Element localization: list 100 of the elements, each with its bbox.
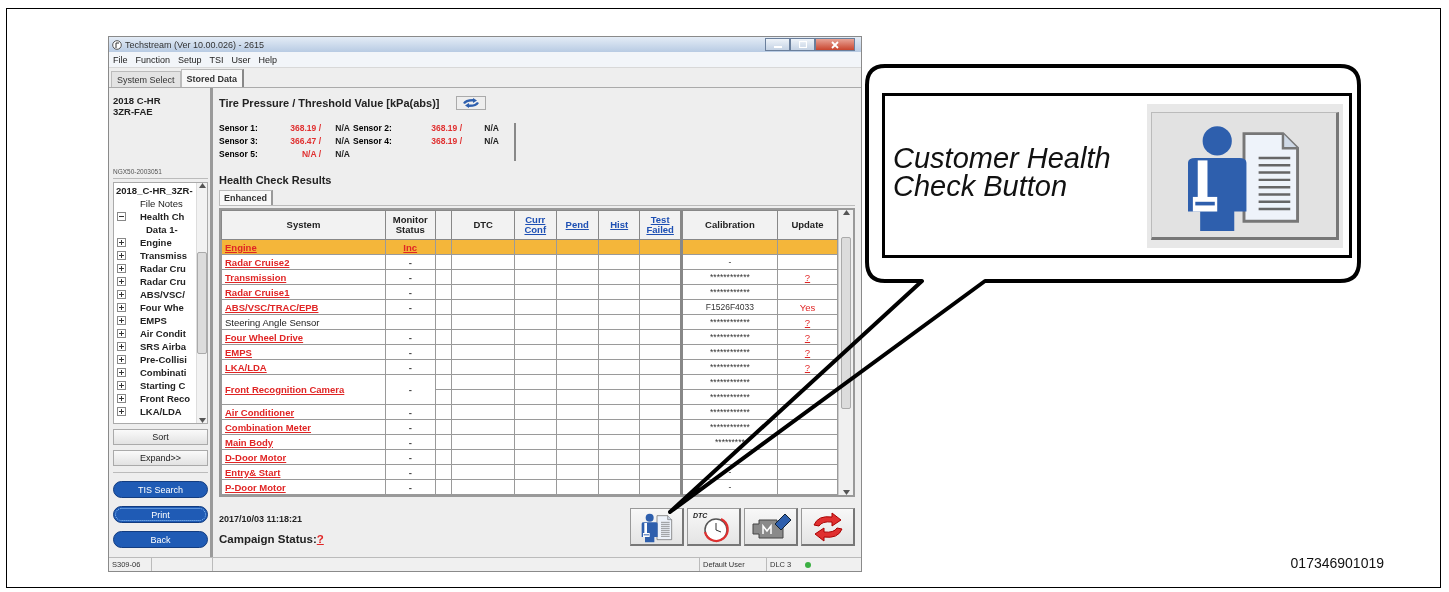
close-icon bbox=[831, 40, 839, 49]
expand-icon[interactable] bbox=[116, 342, 127, 351]
table-cell: - bbox=[385, 254, 436, 270]
table-cell[interactable]: ? bbox=[777, 314, 838, 330]
table-cell: - bbox=[681, 464, 778, 480]
system-cell[interactable]: Four Wheel Drive bbox=[221, 329, 386, 345]
minimize-button[interactable] bbox=[765, 38, 790, 51]
expand-icon[interactable] bbox=[116, 277, 127, 286]
tree-item[interactable]: Combinati bbox=[140, 367, 187, 378]
expand-icon[interactable] bbox=[116, 407, 127, 416]
tree-item[interactable]: Transmiss bbox=[140, 250, 187, 261]
system-cell[interactable]: ABS/VSC/TRAC/EPB bbox=[221, 299, 386, 315]
table-cell: - bbox=[385, 359, 436, 375]
sensor-value: 368.19 / bbox=[430, 123, 463, 135]
toolbar-button[interactable] bbox=[630, 508, 684, 546]
menu-item[interactable]: Function bbox=[135, 54, 171, 65]
scroll-down-icon[interactable] bbox=[198, 418, 206, 423]
table-cell[interactable]: ? bbox=[777, 329, 838, 345]
column-header[interactable]: Test Failed bbox=[639, 210, 682, 240]
table-cell: - bbox=[385, 449, 436, 465]
tree-item[interactable]: SRS Airba bbox=[140, 341, 187, 352]
pill-button[interactable]: TIS Search bbox=[113, 481, 208, 498]
scroll-up-icon[interactable] bbox=[842, 210, 850, 215]
tree-item[interactable]: Radar Cru bbox=[140, 276, 186, 287]
column-header: Monitor Status bbox=[385, 210, 436, 240]
menu-item[interactable]: User bbox=[231, 54, 251, 65]
tree-item[interactable]: Engine bbox=[140, 237, 172, 248]
tree-item[interactable]: EMPS bbox=[140, 315, 167, 326]
column-header[interactable]: Hist bbox=[598, 210, 640, 240]
system-cell[interactable]: Entry& Start bbox=[221, 464, 386, 480]
tab[interactable]: System Select bbox=[111, 71, 181, 87]
tree-item[interactable]: Starting C bbox=[140, 380, 186, 391]
system-cell[interactable]: D-Door Motor bbox=[221, 449, 386, 465]
scrollbar-thumb[interactable] bbox=[841, 236, 852, 409]
campaign-status-link[interactable]: ? bbox=[316, 532, 324, 545]
system-cell[interactable]: Air Conditioner bbox=[221, 404, 386, 420]
column-header: Calibration bbox=[681, 210, 778, 240]
system-cell[interactable]: EMPS bbox=[221, 344, 386, 360]
pill-button[interactable]: Print bbox=[113, 506, 208, 523]
expand-icon[interactable] bbox=[116, 316, 127, 325]
tree-item[interactable]: LKA/LDA bbox=[140, 406, 182, 417]
refresh-button[interactable] bbox=[455, 95, 486, 110]
toolbar-button[interactable] bbox=[744, 508, 798, 546]
scrollbar-thumb[interactable] bbox=[197, 252, 207, 354]
menu-item[interactable]: File bbox=[113, 54, 128, 65]
table-cell: - bbox=[385, 479, 436, 495]
expand-icon[interactable] bbox=[116, 329, 127, 338]
maximize-button[interactable] bbox=[790, 38, 815, 51]
menu-item[interactable]: Help bbox=[258, 54, 278, 65]
menu-item[interactable]: TSI bbox=[209, 54, 224, 65]
collapse-icon[interactable] bbox=[116, 212, 127, 221]
button[interactable]: Expand>> bbox=[113, 450, 208, 466]
sensor-label: Sensor 5: bbox=[219, 149, 259, 161]
system-cell[interactable]: Transmission bbox=[221, 269, 386, 285]
system-cell[interactable]: Front Recognition Camera bbox=[221, 374, 386, 405]
tree-item[interactable]: Front Reco bbox=[140, 393, 191, 404]
tree-item[interactable]: ABS/VSC/ bbox=[140, 289, 185, 300]
menu-item[interactable]: Setup bbox=[178, 54, 202, 65]
figure-number: 017346901019 bbox=[1290, 555, 1384, 571]
system-cell[interactable]: Combination Meter bbox=[221, 419, 386, 435]
table-cell[interactable]: ? bbox=[777, 344, 838, 360]
system-cell[interactable]: Radar Cruise1 bbox=[221, 284, 386, 300]
table-cell: - bbox=[385, 404, 436, 420]
table-cell[interactable]: ? bbox=[777, 269, 838, 285]
system-cell[interactable]: P-Door Motor bbox=[221, 479, 386, 495]
expand-icon[interactable] bbox=[116, 303, 127, 312]
section-title: Tire Pressure / Threshold Value [kPa(abs)] bbox=[219, 96, 440, 109]
tree-item[interactable]: Air Condit bbox=[140, 328, 186, 339]
expand-icon[interactable] bbox=[116, 381, 127, 390]
table-cell: ************ bbox=[681, 284, 778, 300]
scroll-down-icon[interactable] bbox=[842, 490, 850, 495]
expand-icon[interactable] bbox=[116, 394, 127, 403]
expand-icon[interactable] bbox=[116, 290, 127, 299]
system-cell[interactable]: LKA/LDA bbox=[221, 359, 386, 375]
tree-item[interactable]: Health Ch bbox=[140, 211, 185, 222]
tree-item[interactable]: Four Whe bbox=[140, 302, 184, 313]
scroll-up-icon[interactable] bbox=[198, 183, 206, 188]
expand-icon[interactable] bbox=[116, 355, 127, 364]
column-header[interactable]: Pend bbox=[556, 210, 599, 240]
system-cell[interactable]: Radar Cruise2 bbox=[221, 254, 386, 270]
system-cell[interactable]: Main Body bbox=[221, 434, 386, 450]
table-cell[interactable]: ? bbox=[777, 359, 838, 375]
expand-icon[interactable] bbox=[116, 264, 127, 273]
table-cell: ************ bbox=[681, 269, 778, 285]
tree-item[interactable]: 2018_C-HR_3ZR- bbox=[116, 185, 193, 196]
expand-icon[interactable] bbox=[116, 251, 127, 260]
expand-icon[interactable] bbox=[116, 368, 127, 377]
toolbar-button[interactable] bbox=[801, 508, 855, 546]
column-header[interactable]: Curr Conf bbox=[514, 210, 556, 240]
tree-item[interactable]: Data 1- bbox=[146, 224, 178, 235]
pill-button[interactable]: Back bbox=[113, 531, 208, 548]
tab[interactable]: Stored Data bbox=[180, 69, 245, 87]
expand-icon[interactable] bbox=[116, 238, 127, 247]
tab[interactable]: Enhanced bbox=[219, 190, 273, 205]
tree-item[interactable]: File Notes bbox=[140, 198, 183, 209]
timestamp: 2017/10/03 11:18:21 bbox=[219, 513, 304, 524]
tree-item[interactable]: Pre-Collisi bbox=[140, 354, 187, 365]
tree-item[interactable]: Radar Cru bbox=[140, 263, 186, 274]
close-button[interactable] bbox=[815, 38, 855, 51]
button[interactable]: Sort bbox=[113, 429, 208, 445]
